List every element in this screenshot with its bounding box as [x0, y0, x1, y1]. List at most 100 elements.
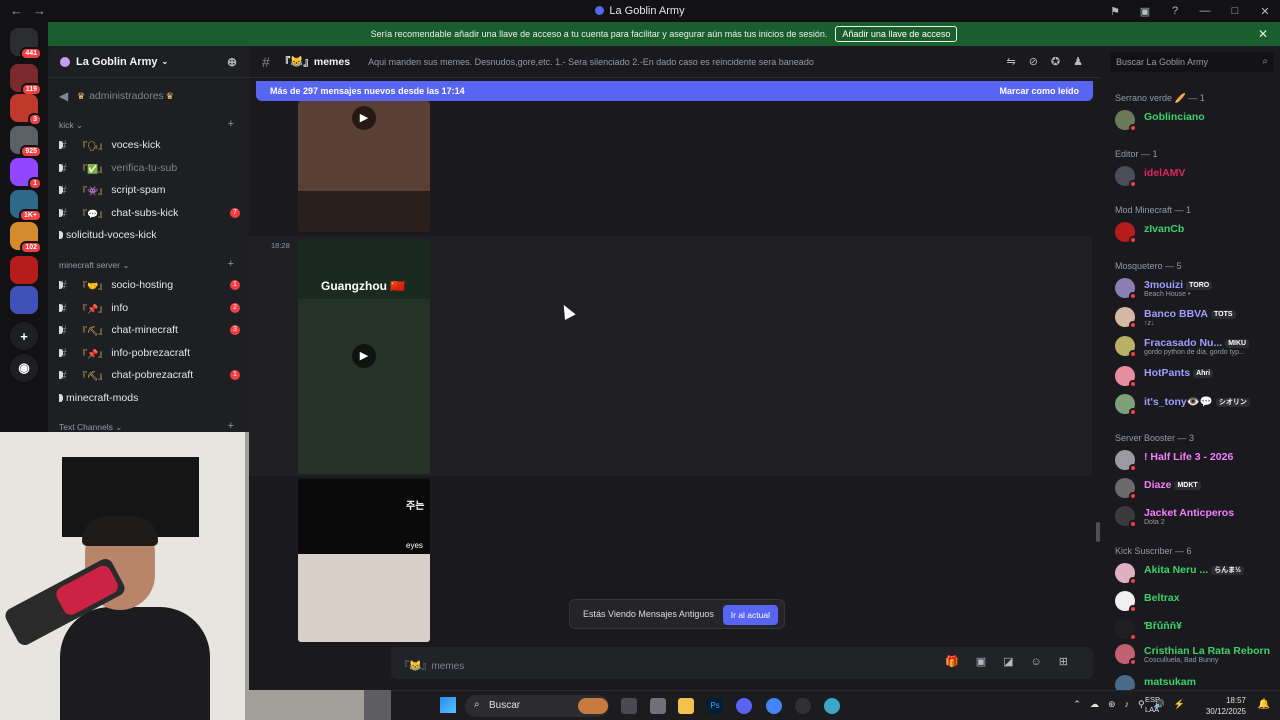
- member-item[interactable]: Banco BBVA TOTS ↑z↓: [1115, 304, 1280, 330]
- member-item[interactable]: Fracasado Nu... MIKU gordo python de dia, …: [1115, 333, 1280, 359]
- member-item[interactable]: matsukam: [1115, 672, 1280, 690]
- app-icon[interactable]: [650, 698, 666, 714]
- server-1[interactable]: 119: [10, 64, 42, 96]
- channel-solicitud-voces-kick[interactable]: solicitud-voces-kick: [59, 225, 240, 245]
- mention-badge: 3: [28, 113, 42, 126]
- channel-chat-pobrezacraft[interactable]: # 『⛏』 chat-pobrezacraft 1: [59, 365, 240, 385]
- discord-home-icon[interactable]: 441: [10, 28, 42, 60]
- file-explorer-icon[interactable]: [678, 698, 694, 714]
- member-name: Diaze: [1144, 479, 1172, 491]
- input-icons[interactable]: 🎁▣◪☺⊞: [945, 655, 1085, 668]
- add-channel-icon[interactable]: +: [228, 118, 234, 130]
- status-dot: [1129, 492, 1137, 500]
- status-dot: [1129, 658, 1137, 666]
- channel-verifica-tu-sub[interactable]: # 『✅』 verifica-tu-sub: [59, 158, 240, 178]
- member-item[interactable]: Goblinciano: [1115, 107, 1280, 133]
- video-attachment[interactable]: ▶: [298, 101, 430, 232]
- channel-chat-subs-kick[interactable]: # 『💬』 chat-subs-kick 7: [59, 203, 240, 223]
- obs-icon[interactable]: [795, 698, 811, 714]
- server-7[interactable]: [10, 256, 38, 284]
- mark-read-button[interactable]: Marcar como leído: [999, 86, 1079, 96]
- help-icon[interactable]: ?: [1160, 5, 1190, 17]
- system-tray[interactable]: ⌃☁⊛♪⚲🔊⚡: [1073, 699, 1194, 710]
- member-item[interactable]: idelAMV: [1115, 163, 1280, 189]
- member-item[interactable]: HotPants Ahri: [1115, 363, 1280, 389]
- guild-header[interactable]: La Goblin Army ⌄ ⊕: [48, 46, 249, 78]
- taskview-icon[interactable]: [621, 698, 637, 714]
- maximize-button[interactable]: □: [1220, 5, 1250, 17]
- discover-icon[interactable]: ◉: [10, 354, 38, 382]
- status-dot: [1129, 633, 1137, 641]
- member-item[interactable]: Beltrax: [1115, 588, 1280, 614]
- server-8[interactable]: [10, 286, 38, 314]
- channel-info[interactable]: # 『📌』 info 2: [59, 298, 240, 318]
- member-item[interactable]: Akita Neru ... らんま½: [1115, 560, 1280, 586]
- status-dot: [1129, 520, 1137, 528]
- member-item[interactable]: 3mouizi TORO Beach House •: [1115, 275, 1280, 301]
- add-passkey-button[interactable]: Añadir una llave de acceso: [835, 26, 958, 42]
- channel-label: solicitud-voces-kick: [66, 229, 157, 241]
- notification-icon[interactable]: 🔔: [1258, 699, 1270, 710]
- close-button[interactable]: ✕: [1250, 5, 1280, 18]
- server-2[interactable]: 3: [10, 94, 42, 126]
- minimize-button[interactable]: —: [1190, 5, 1220, 17]
- windows-start-icon[interactable]: [440, 697, 456, 713]
- discord-icon[interactable]: [736, 698, 752, 714]
- twitch-server[interactable]: 1: [10, 158, 42, 190]
- channel-info-pobrezacraft[interactable]: # 『📌』 info-pobrezacraft: [59, 343, 240, 363]
- app-icon[interactable]: [824, 698, 840, 714]
- screen-icon[interactable]: ▣: [1130, 5, 1160, 18]
- channel-voces-kick[interactable]: # 『🗣』 voces-kick: [59, 135, 240, 155]
- unread-pip: [59, 304, 63, 312]
- member-item[interactable]: Ɓřůňň¥: [1115, 616, 1280, 642]
- video-attachment[interactable]: Guangzhou 🇨🇳 ▶: [298, 239, 430, 474]
- member-tag: シオリン: [1215, 398, 1250, 407]
- role-header: Mosquetero — 5: [1115, 261, 1182, 271]
- category-header[interactable]: kick ⌄ +: [59, 118, 234, 131]
- add-server-icon[interactable]: +: [10, 322, 38, 350]
- member-tag: らんま½: [1211, 566, 1245, 575]
- jump-to-present-button[interactable]: Ir al actual: [722, 605, 778, 625]
- member-item[interactable]: it's_tony👁️💬 シオリン: [1115, 391, 1280, 417]
- video-attachment[interactable]: 주는 eyes: [298, 479, 430, 642]
- message-input[interactable]: 『😹』memes 🎁▣◪☺⊞: [391, 647, 1093, 679]
- new-messages-bar[interactable]: Más de 297 mensajes nuevos desde las 17:…: [256, 81, 1093, 101]
- channel-socio-hosting[interactable]: # 『🤝』 socio-hosting 1: [59, 275, 240, 295]
- server-3[interactable]: 925: [10, 126, 42, 158]
- channel-title: 『😹』memes: [279, 56, 351, 68]
- category-header[interactable]: minecraft server ⌄ +: [59, 258, 234, 271]
- member-item[interactable]: Jacket Anticperos Dota 2: [1115, 503, 1280, 529]
- channel-chat-minecraft[interactable]: # 『⛏』 chat-minecraft 3: [59, 320, 240, 340]
- status-dot: [1129, 408, 1137, 416]
- clock[interactable]: 18:57 30/12/2025: [1206, 695, 1246, 717]
- server-6[interactable]: 102: [10, 222, 42, 254]
- member-name: ! Half Life 3 - 2026: [1144, 451, 1234, 463]
- language-indicator[interactable]: ESP LAA: [1145, 695, 1160, 715]
- title-bar: ←→ La Goblin Army ⚑ ▣ ? — □ ✕: [0, 0, 1280, 22]
- play-icon[interactable]: ▶: [352, 106, 376, 130]
- channel-script-spam[interactable]: # 『👾』 script-spam: [59, 180, 240, 200]
- channel-administradores[interactable]: ◀ ♛ administradores ♛: [59, 86, 239, 106]
- inbox-icon[interactable]: ⚑: [1100, 5, 1130, 18]
- chrome-icon[interactable]: [766, 698, 782, 714]
- member-item[interactable]: Diaze MDKT: [1115, 475, 1280, 501]
- channel-minecraft-mods[interactable]: minecraft-mods: [59, 388, 240, 408]
- member-item[interactable]: ! Half Life 3 - 2026: [1115, 447, 1280, 473]
- channel-label: chat-subs-kick: [111, 207, 179, 219]
- scrollbar[interactable]: [1096, 522, 1100, 542]
- add-channel-icon[interactable]: +: [228, 258, 234, 270]
- add-member-icon[interactable]: ⊕: [227, 55, 237, 69]
- crown-icon: ♛: [165, 90, 174, 101]
- search-input[interactable]: Buscar La Goblin Army ⌕: [1110, 52, 1274, 72]
- close-icon[interactable]: ✕: [1258, 27, 1268, 41]
- member-item[interactable]: zIvanCb: [1115, 219, 1280, 245]
- server-5[interactable]: 1K+: [10, 190, 42, 222]
- widget-icon[interactable]: [578, 698, 608, 714]
- add-channel-icon[interactable]: +: [228, 420, 234, 432]
- photoshop-icon[interactable]: Ps: [707, 698, 723, 714]
- member-name: Cristhian La Rata Reborn: [1144, 645, 1271, 657]
- channel-topic[interactable]: Aqui manden sus memes. Desnudos,gore,etc…: [368, 57, 814, 67]
- play-icon[interactable]: ▶: [352, 344, 376, 368]
- member-item[interactable]: Cristhian La Rata Reborn Cosculluela, Bad…: [1115, 641, 1280, 667]
- header-icons[interactable]: ⇋⊘✪♟: [1006, 55, 1096, 68]
